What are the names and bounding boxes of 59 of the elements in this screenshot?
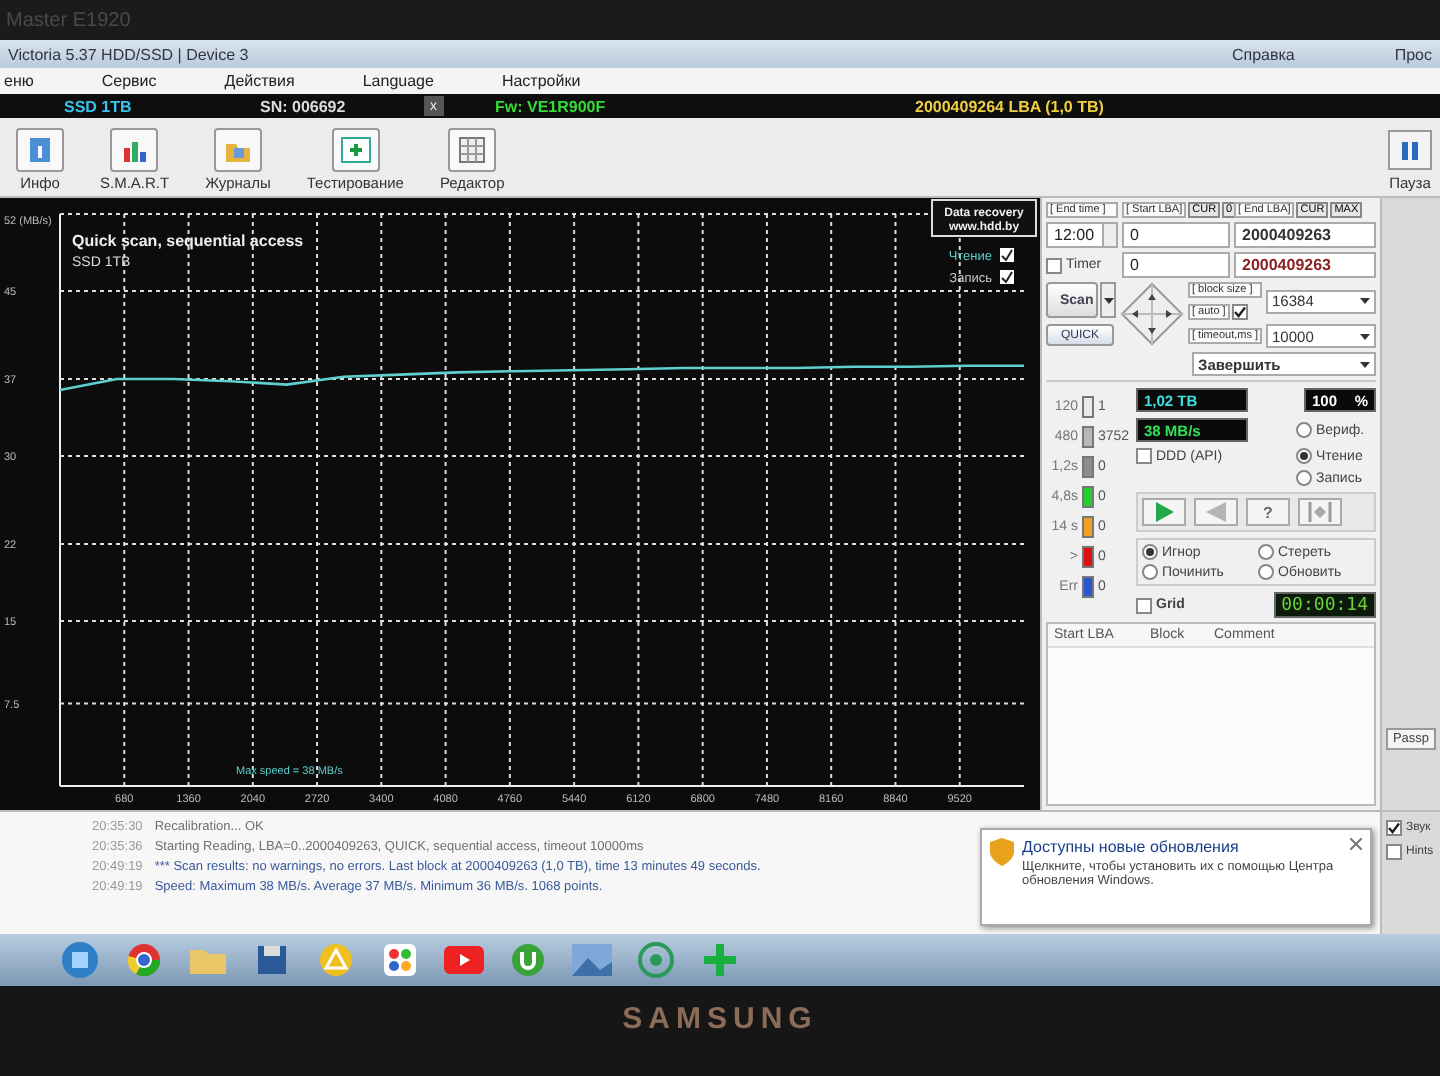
caret-icon	[1360, 298, 1370, 304]
radio-button[interactable]	[1296, 448, 1312, 464]
shield-icon	[990, 838, 1014, 866]
radio-button[interactable]	[1258, 544, 1274, 560]
close-icon[interactable]	[1350, 838, 1362, 850]
menu-item[interactable]: Настройки	[501, 72, 581, 90]
player-button[interactable]	[1298, 498, 1342, 526]
device-model: SSD 1TB	[62, 97, 134, 115]
menu-item[interactable]: Справка	[1231, 45, 1295, 63]
pause-icon	[1402, 141, 1418, 159]
back-icon	[1204, 502, 1228, 522]
grid-icon	[458, 136, 487, 164]
checkbox[interactable]	[1000, 248, 1014, 262]
caret-icon	[1360, 361, 1370, 367]
menu-item[interactable]: Сервис	[101, 72, 157, 90]
monitor-brand: SAMSUNG	[622, 1002, 818, 1036]
firmware-version: Fw: VE1R900F	[495, 97, 608, 115]
checkbox[interactable]	[1136, 597, 1152, 613]
end-lba-field[interactable]: 2000409263	[1234, 222, 1376, 248]
start-lba-field[interactable]: 0	[1122, 222, 1230, 248]
elapsed-timer: 00:00:14	[1273, 592, 1376, 618]
caret-icon	[1103, 297, 1113, 303]
chat-icon[interactable]	[632, 938, 680, 982]
radio-button[interactable]	[1142, 544, 1158, 560]
player-button[interactable]	[1142, 498, 1186, 526]
skip-icon	[1308, 502, 1332, 522]
checkbox[interactable]	[1231, 304, 1248, 320]
plus-icon	[339, 136, 372, 164]
picture-icon[interactable]	[568, 938, 616, 982]
chart-title: Quick scan, sequential access	[72, 232, 304, 250]
info-icon	[26, 136, 54, 164]
radio-button[interactable]	[1296, 422, 1312, 438]
checkbox[interactable]	[1136, 448, 1152, 464]
dropdown-button[interactable]	[1100, 282, 1116, 318]
caret-icon	[1360, 333, 1370, 339]
menu-item[interactable]: Language	[362, 72, 434, 90]
checkbox[interactable]	[1386, 820, 1402, 836]
notification-title: Доступны новые обновления	[1022, 838, 1241, 856]
menu-item[interactable]: еню	[4, 72, 34, 90]
serial-number: SN: 006692	[260, 97, 348, 115]
capacity-label: 2000409264 LBA (1,0 TB)	[915, 97, 1104, 115]
player-button[interactable]: ?	[1246, 498, 1290, 526]
window-title: Victoria 5.37 HDD/SSD | Device 3	[8, 45, 249, 63]
play-icon	[1152, 502, 1176, 522]
time-field[interactable]: 12:00	[1046, 222, 1118, 248]
direction-pad-icon[interactable]	[1120, 282, 1184, 346]
player-button[interactable]	[1194, 498, 1238, 526]
timer-field[interactable]: 0	[1122, 252, 1230, 278]
checkbox[interactable]	[1386, 844, 1402, 860]
checkbox[interactable]	[1046, 257, 1062, 273]
checkbox[interactable]	[1000, 270, 1014, 284]
radio-button[interactable]	[1296, 470, 1312, 486]
radio-button[interactable]	[1142, 564, 1158, 580]
radio-button[interactable]	[1258, 564, 1274, 580]
chart-icon	[120, 136, 149, 164]
start-button[interactable]	[56, 938, 104, 982]
window-title: Прос	[1394, 45, 1432, 63]
menu-item[interactable]: Действия	[224, 72, 295, 90]
current-lba-field: 2000409263	[1234, 252, 1376, 278]
